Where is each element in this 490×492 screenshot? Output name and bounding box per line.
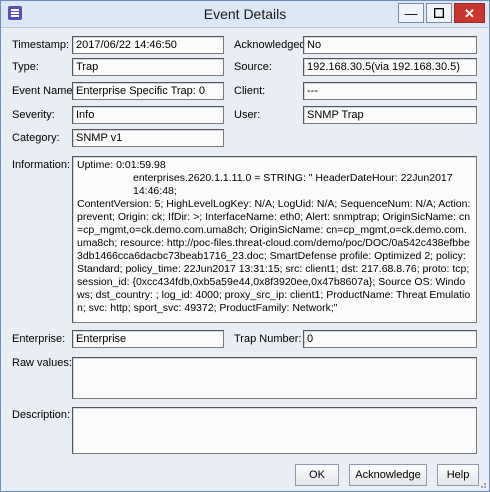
information-label: Information: [12, 159, 71, 171]
enterprise-label: Enterprise: [12, 333, 66, 345]
information-line: Uptime: 0:01:59.98 [77, 159, 166, 171]
raw-values-field[interactable] [72, 357, 477, 399]
client-field[interactable]: --- [303, 82, 477, 100]
minimize-button[interactable]: — [398, 3, 424, 23]
event-details-window: Event Details — ✕ Timestamp: 2017/06/22 … [0, 0, 490, 492]
source-label: Source: [234, 61, 272, 73]
ok-button[interactable]: OK [295, 464, 339, 486]
help-button[interactable]: Help [437, 464, 479, 486]
event-name-label: Event Name: [12, 85, 76, 97]
user-field[interactable]: SNMP Trap [303, 106, 477, 124]
client-label: Client: [234, 85, 266, 97]
description-field[interactable] [72, 407, 477, 454]
category-label: Category: [12, 132, 60, 144]
trap-number-label: Trap Number: [234, 333, 302, 345]
timestamp-label: Timestamp: [12, 39, 70, 51]
severity-label: Severity: [12, 109, 55, 121]
timestamp-field[interactable]: 2017/06/22 14:46:50 [72, 36, 224, 54]
acknowledged-label: Acknowledged: [234, 39, 309, 51]
severity-field[interactable]: Info [72, 106, 224, 124]
information-line: ContentVersion: 5; HighLevelLogKey: N/A;… [77, 198, 471, 314]
raw-values-label: Raw values: [12, 357, 72, 369]
trap-number-field[interactable]: 0 [303, 330, 477, 348]
resize-grip-icon[interactable] [477, 479, 487, 489]
title-bar[interactable]: Event Details — ✕ [1, 1, 489, 28]
close-icon: ✕ [464, 6, 475, 21]
user-label: User: [234, 109, 261, 121]
information-field[interactable]: Uptime: 0:01:59.98 enterprises.2620.1.1.… [72, 156, 477, 323]
close-button[interactable]: ✕ [454, 3, 485, 23]
maximize-button[interactable] [426, 3, 452, 23]
maximize-icon [433, 7, 445, 19]
minimize-icon: — [404, 6, 418, 21]
information-line: enterprises.2620.1.1.11.0 = STRING: " He… [133, 172, 453, 197]
source-field[interactable]: 192.168.30.5(via 192.168.30.5) [303, 58, 477, 76]
event-name-field[interactable]: Enterprise Specific Trap: 0 [72, 82, 224, 100]
type-label: Type: [12, 61, 39, 73]
description-label: Description: [12, 409, 71, 421]
type-field[interactable]: Trap [72, 58, 224, 76]
category-field[interactable]: SNMP v1 [72, 129, 224, 147]
acknowledge-button[interactable]: Acknowledge [349, 464, 427, 486]
enterprise-field[interactable]: Enterprise [72, 330, 224, 348]
acknowledged-field[interactable]: No [303, 36, 477, 54]
